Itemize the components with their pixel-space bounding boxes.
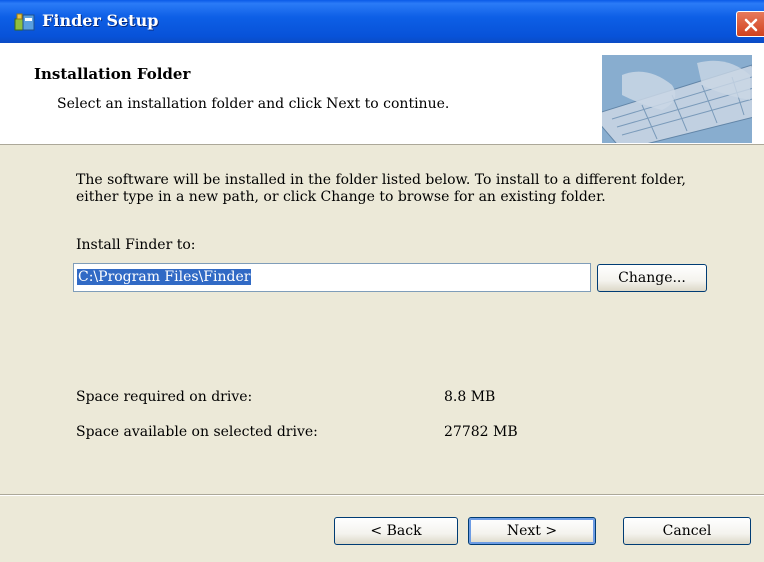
install-path-value: C:\Program Files\Finder: [77, 269, 252, 285]
setup-app-icon: [14, 13, 35, 31]
back-button[interactable]: < Back: [334, 517, 458, 545]
next-button[interactable]: Next >: [468, 517, 596, 545]
setup-dialog: Finder Setup Installation Folder Select …: [0, 0, 764, 562]
page-title: Installation Folder: [34, 65, 191, 83]
keyboard-hands-icon: [602, 55, 752, 143]
close-icon: [744, 18, 758, 32]
dialog-header: Installation Folder Select an installati…: [0, 43, 764, 145]
install-path-input[interactable]: C:\Program Files\Finder: [73, 263, 591, 292]
page-subtitle: Select an installation folder and click …: [57, 96, 450, 112]
description: The software will be installed in the fo…: [76, 172, 716, 206]
change-button[interactable]: Change...: [597, 264, 707, 292]
close-button[interactable]: [736, 11, 764, 37]
description-line-2: either type in a new path, or click Chan…: [76, 189, 606, 205]
space-required-label: Space required on drive:: [76, 389, 253, 405]
cancel-button[interactable]: Cancel: [623, 517, 751, 545]
space-required-value: 8.8 MB: [444, 389, 496, 405]
description-line-1: The software will be installed in the fo…: [76, 172, 686, 188]
space-available-label: Space available on selected drive:: [76, 424, 318, 440]
keyboard-banner-image: [602, 55, 752, 143]
footer-divider: [0, 494, 764, 496]
title-bar[interactable]: Finder Setup: [0, 0, 764, 43]
space-available-value: 27782 MB: [444, 424, 518, 440]
install-path-label: Install Finder to:: [76, 237, 196, 253]
window-title: Finder Setup: [42, 11, 159, 30]
